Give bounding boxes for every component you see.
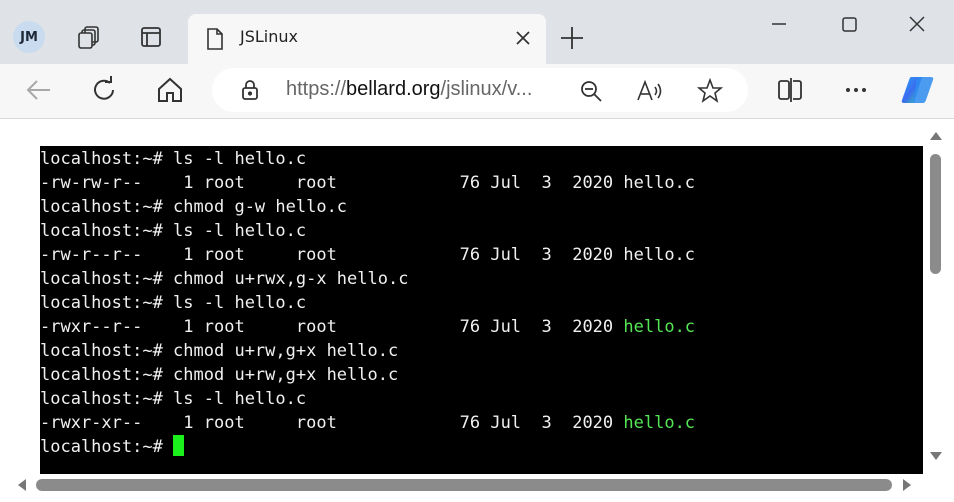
- terminal-line: localhost:~# chmod u+rw,g+x hello.c: [40, 365, 399, 385]
- terminal-line: localhost:~# chmod g-w hello.c: [40, 197, 348, 217]
- terminal-line-text: -rwxr--r-- 1 root root 76 Jul 3 2020: [40, 317, 624, 337]
- terminal-line: localhost:~# ls -l hello.c: [40, 221, 307, 241]
- copilot-icon[interactable]: [900, 74, 934, 106]
- profile-avatar[interactable]: JM: [13, 21, 45, 53]
- terminal-line: localhost:~# ls -l hello.c: [40, 149, 307, 169]
- close-tab-icon[interactable]: [512, 27, 534, 49]
- back-icon[interactable]: [22, 74, 54, 106]
- terminal-prompt-line[interactable]: localhost:~#: [40, 435, 923, 459]
- terminal-line: -rwxr-xr-- 1 root root 76 Jul 3 2020 hel…: [40, 411, 923, 435]
- terminal-line: -rw-rw-r-- 1 root root 76 Jul 3 2020 hel…: [40, 173, 696, 193]
- refresh-icon[interactable]: [88, 74, 120, 106]
- scroll-down-arrow-icon[interactable]: [930, 452, 942, 460]
- terminal[interactable]: localhost:~# ls -l hello.c -rw-rw-r-- 1 …: [40, 146, 923, 474]
- address-bar[interactable]: https://bellard.org/jslinux/v...: [212, 68, 748, 112]
- executable-filename: hello.c: [623, 317, 696, 337]
- lock-icon[interactable]: [238, 78, 262, 102]
- url-path: /jslinux/v...: [440, 78, 533, 100]
- minimize-icon[interactable]: [764, 12, 794, 42]
- terminal-line: localhost:~# ls -l hello.c: [40, 389, 307, 409]
- vertical-scrollbar-thumb[interactable]: [930, 154, 941, 274]
- title-bar: JM JSLinux: [0, 0, 954, 64]
- tab-jslinux[interactable]: JSLinux: [188, 14, 546, 64]
- favorite-star-icon[interactable]: [696, 77, 724, 105]
- terminal-line: -rwxr--r-- 1 root root 76 Jul 3 2020 hel…: [40, 315, 923, 339]
- workspaces-icon[interactable]: [74, 22, 104, 52]
- terminal-cursor: [173, 435, 185, 456]
- maximize-icon[interactable]: [834, 12, 864, 42]
- page-icon: [204, 26, 226, 52]
- close-window-icon[interactable]: [902, 12, 932, 42]
- terminal-line-text: -rwxr-xr-- 1 root root 76 Jul 3 2020: [40, 413, 624, 433]
- executable-filename: hello.c: [623, 413, 696, 433]
- tab-title: JSLinux: [240, 27, 298, 46]
- terminal-line: -rw-r--r-- 1 root root 76 Jul 3 2020 hel…: [40, 245, 696, 265]
- url-text[interactable]: https://bellard.org/jslinux/v...: [286, 78, 532, 101]
- url-host: bellard.org: [346, 78, 441, 100]
- read-aloud-icon[interactable]: [636, 78, 664, 104]
- split-screen-icon[interactable]: [774, 74, 806, 106]
- more-options-icon[interactable]: [840, 74, 872, 106]
- new-tab-icon[interactable]: [558, 24, 586, 52]
- profile-initials: JM: [20, 29, 38, 45]
- home-icon[interactable]: [154, 74, 186, 106]
- terminal-line: localhost:~# ls -l hello.c: [40, 293, 307, 313]
- scroll-right-arrow-icon[interactable]: [903, 479, 911, 491]
- horizontal-scrollbar-thumb[interactable]: [36, 479, 892, 491]
- scroll-left-arrow-icon[interactable]: [18, 479, 26, 491]
- terminal-prompt: localhost:~#: [40, 437, 174, 457]
- terminal-line: localhost:~# chmod u+rwx,g-x hello.c: [40, 269, 409, 289]
- vertical-tabs-icon[interactable]: [136, 22, 166, 52]
- zoom-out-icon[interactable]: [578, 78, 604, 104]
- url-scheme: https://: [286, 78, 347, 100]
- terminal-line: localhost:~# chmod u+rw,g+x hello.c: [40, 341, 399, 361]
- scroll-up-arrow-icon[interactable]: [930, 132, 942, 140]
